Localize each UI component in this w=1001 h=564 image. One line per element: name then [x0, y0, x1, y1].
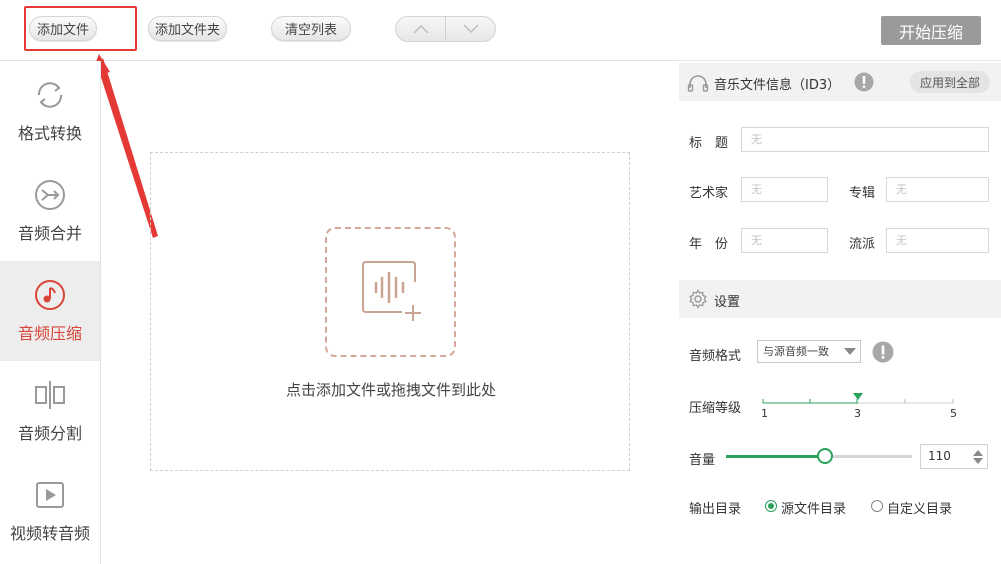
genre-label: 流派 — [849, 237, 876, 252]
move-down-button[interactable] — [445, 17, 495, 41]
audio-add-icon — [362, 261, 421, 321]
title-label: 标 题 — [689, 136, 729, 151]
audio-format-label: 音频格式 — [689, 349, 742, 364]
compress-icon — [35, 280, 65, 310]
volume-slider[interactable] — [726, 447, 912, 465]
year-label: 年 份 — [689, 237, 729, 252]
chevron-up-icon — [412, 24, 429, 34]
sidebar-item-video-to-audio[interactable]: 视频转音频 — [0, 461, 100, 561]
output-custom-label[interactable]: 自定义目录 — [887, 498, 952, 517]
volume-thumb[interactable] — [816, 448, 833, 464]
video-icon — [36, 482, 64, 508]
audio-format-select[interactable]: 与源音频一致 — [757, 340, 861, 363]
id3-section-title: 音乐文件信息（ID3） — [714, 78, 841, 93]
volume-value: 110 — [928, 449, 951, 463]
drop-hint-text: 点击添加文件或拖拽文件到此处 — [285, 381, 496, 399]
output-source-radio[interactable] — [765, 500, 777, 512]
output-dir-label: 输出目录 — [689, 502, 742, 517]
split-icon — [35, 381, 65, 409]
level-tick-1: 1 — [761, 407, 768, 420]
start-compress-button[interactable]: 开始压缩 — [881, 16, 981, 45]
output-source-label[interactable]: 源文件目录 — [781, 498, 846, 517]
compress-level-label: 压缩等级 — [689, 401, 742, 416]
sidebar-item-label: 音频合并 — [17, 224, 82, 243]
move-buttons — [395, 16, 496, 42]
compress-level-thumb[interactable] — [853, 393, 863, 400]
merge-icon — [35, 180, 65, 210]
sidebar-item-label: 格式转换 — [17, 124, 82, 143]
level-tick-3: 3 — [854, 407, 861, 420]
info-icon[interactable] — [854, 72, 874, 92]
compress-level-slider[interactable]: 1 3 5 — [761, 391, 957, 421]
headphones-icon — [687, 75, 709, 92]
sidebar-item-audio-merge[interactable]: 音频合并 — [0, 161, 100, 261]
album-label: 专辑 — [849, 186, 876, 201]
artist-label: 艺术家 — [689, 186, 729, 201]
sidebar-item-audio-compress[interactable]: 音频压缩 — [0, 261, 100, 361]
sidebar-item-label: 音频压缩 — [17, 324, 82, 343]
sidebar-item-label: 视频转音频 — [9, 524, 90, 543]
title-field[interactable]: 无 — [741, 127, 989, 152]
clear-list-button[interactable]: 清空列表 — [271, 16, 351, 41]
gear-icon — [689, 289, 707, 309]
volume-label: 音量 — [689, 453, 716, 468]
sidebar-item-label: 音频分割 — [17, 424, 82, 443]
volume-input[interactable]: 110 — [920, 444, 988, 469]
settings-section-header: 设置 — [679, 280, 1001, 318]
artist-field[interactable]: 无 — [741, 177, 828, 202]
file-drop-zone[interactable]: 点击添加文件或拖拽文件到此处 — [150, 152, 630, 471]
year-field[interactable]: 无 — [741, 228, 828, 253]
spinner-icon[interactable] — [972, 449, 984, 465]
dropdown-arrow-icon — [844, 348, 856, 355]
genre-field[interactable]: 无 — [886, 228, 989, 253]
album-field[interactable]: 无 — [886, 177, 989, 202]
right-panel: 音乐文件信息（ID3） 应用到全部 标 题 无 艺术家 无 专辑 无 年 份 无… — [679, 61, 1001, 564]
chevron-down-icon — [462, 24, 479, 34]
sidebar-item-audio-split[interactable]: 音频分割 — [0, 361, 100, 461]
info-icon[interactable] — [872, 341, 894, 363]
app-window: 添加文件 添加文件夹 清空列表 开始压缩 格式转换 音频合并 音频压缩 音频分割… — [0, 0, 1001, 564]
move-up-button[interactable] — [396, 17, 445, 41]
audio-format-value: 与源音频一致 — [763, 345, 829, 358]
convert-icon — [37, 82, 63, 108]
level-tick-5: 5 — [950, 407, 957, 420]
id3-section-header: 音乐文件信息（ID3） 应用到全部 — [679, 63, 1001, 101]
apply-to-all-button[interactable]: 应用到全部 — [910, 71, 990, 93]
volume-fill — [726, 455, 825, 458]
sidebar: 格式转换 音频合并 音频压缩 音频分割 视频转音频 — [0, 61, 101, 564]
output-custom-radio[interactable] — [871, 500, 883, 512]
sidebar-item-format-convert[interactable]: 格式转换 — [0, 61, 100, 161]
settings-section-title: 设置 — [714, 295, 741, 310]
add-audio-button[interactable] — [325, 227, 456, 357]
